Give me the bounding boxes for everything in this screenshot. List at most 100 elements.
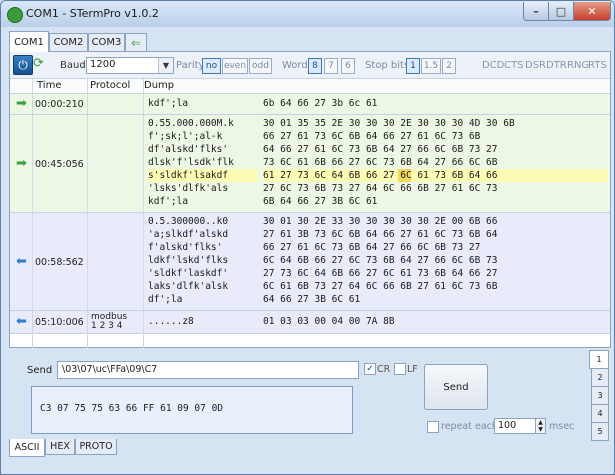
tab-proto[interactable]: PROTO	[75, 439, 117, 455]
macro-tab-5[interactable]: 5	[591, 422, 609, 441]
cr-label: CR	[377, 364, 391, 375]
row-ascii-line: kdf';la	[148, 196, 189, 207]
repeat-interval-stepper[interactable]: ▲ ▼	[535, 418, 546, 434]
macro-tab-2[interactable]: 2	[591, 368, 609, 387]
add-tab-arrow-icon[interactable]: ⇐	[125, 33, 147, 52]
title-bar[interactable]: COM1 - STermPro v1.0.2 – □ ✕	[1, 1, 614, 27]
row-ascii-line: s'sldkf'lsakdf	[148, 170, 229, 181]
row-hex-line: 01 03 03 00 04 00 7A 8B	[263, 316, 395, 327]
word-7[interactable]: 7	[324, 58, 338, 74]
repeat-label: repeat each	[441, 421, 498, 432]
stop-2[interactable]: 2	[442, 58, 456, 74]
minimize-button[interactable]: –	[523, 2, 549, 21]
row-hex-line: 6b 64 66 27 3b 6c 61	[263, 98, 378, 109]
row-ascii-line: 'lsks'dlfk'als	[148, 183, 229, 194]
tab-ascii[interactable]: ASCII	[9, 439, 45, 457]
row-ascii-line: 'a;slkdf'alskd	[148, 229, 229, 240]
refresh-icon[interactable]: ⟳	[33, 57, 47, 71]
macro-tab-4[interactable]: 4	[591, 404, 609, 423]
dump-grid[interactable]: Time Protocol Dump ➡ 00:00:210 kdf';la 6…	[10, 78, 610, 348]
parity-label: Parity	[176, 60, 205, 71]
repeat-checkbox[interactable]	[427, 421, 439, 433]
table-row[interactable]: ➡ 00:00:210 kdf';la 6b 64 66 27 3b 6c 61	[10, 94, 610, 115]
arrow-left-icon: ⬅	[16, 314, 27, 329]
row-hex-line: 27 73 6C 64 6B 66 27 6C 61 73 6B 64 66 2…	[263, 268, 498, 279]
grid-divider	[87, 79, 88, 348]
lf-checkbox[interactable]	[394, 363, 406, 375]
signal-dsr: DSR	[525, 60, 546, 71]
send-label: Send	[27, 365, 53, 376]
row-ascii-line: ......z8	[148, 316, 194, 327]
row-hex-line: 30 01 30 2E 33 30 30 30 30 30 2E 00 6B 6…	[263, 216, 498, 227]
send-input[interactable]: \03\07\uc\FFa\09\C7	[57, 361, 359, 379]
cr-checkbox[interactable]: ✓	[364, 363, 376, 375]
window-title: COM1 - STermPro v1.0.2	[26, 7, 159, 20]
tab-com1[interactable]: COM1	[9, 31, 49, 52]
msec-label: msec	[549, 421, 575, 432]
grid-divider	[143, 79, 144, 348]
row-ascii-line: dlsk'f'lsdk'flk	[148, 157, 234, 168]
port-toolbar: ⏻ ⟳ Baud 1200 ▼ Parity no even odd Word …	[10, 52, 610, 78]
close-button[interactable]: ✕	[573, 2, 611, 21]
word-6[interactable]: 6	[341, 58, 355, 74]
maximize-button[interactable]: □	[548, 2, 574, 21]
stop-1[interactable]: 1	[406, 58, 420, 74]
send-button[interactable]: Send	[424, 364, 488, 410]
macro-tab-3[interactable]: 3	[591, 386, 609, 405]
hex-preview: C3 07 75 75 63 66 FF 61 09 07 0D	[40, 403, 224, 414]
app-icon	[7, 7, 23, 23]
baud-value: 1200	[90, 59, 116, 70]
row-ascii-line: 'sldkf'laskdf'	[148, 268, 229, 279]
row-time: 00:58:562	[35, 257, 84, 268]
signal-rng: RNG	[567, 60, 590, 71]
baud-select[interactable]: 1200 ▼	[86, 57, 174, 74]
parity-even[interactable]: even	[222, 58, 248, 74]
hex-preview-box[interactable]: C3 07 75 75 63 66 FF 61 09 07 0D	[31, 386, 353, 434]
power-icon[interactable]: ⏻	[13, 55, 33, 75]
row-protocol: modbus 1 2 3 4	[91, 312, 128, 331]
chevron-down-icon: ▼	[158, 58, 173, 73]
arrow-right-icon: ➡	[16, 156, 27, 171]
row-hex-line: 27 6C 73 6B 73 27 64 6C 66 6B 27 61 6C 7…	[263, 183, 498, 194]
arrow-left-icon: ⬅	[16, 254, 27, 269]
row-ascii-line: 0.55.000.000M.k	[148, 118, 234, 129]
col-time[interactable]: Time	[37, 80, 61, 91]
repeat-interval-input[interactable]: 100	[494, 418, 536, 434]
parity-no[interactable]: no	[202, 58, 221, 74]
grid-header: Time Protocol Dump	[10, 79, 610, 94]
baud-label: Baud	[60, 60, 86, 71]
arrow-right-icon: ➡	[16, 96, 27, 111]
col-dump[interactable]: Dump	[144, 80, 174, 91]
table-row[interactable]: ⬅ 05:10:006 modbus 1 2 3 4 ......z8 01 0…	[10, 311, 610, 334]
row-ascii-line: df'alskd'flks'	[148, 144, 229, 155]
word-8[interactable]: 8	[308, 58, 322, 74]
row-ascii-line: laks'dlfk'alsk	[148, 281, 229, 292]
port-panel: ⏻ ⟳ Baud 1200 ▼ Parity no even odd Word …	[9, 51, 611, 348]
tab-com2[interactable]: COM2	[49, 33, 88, 51]
main-window: COM1 - STermPro v1.0.2 – □ ✕ COM1 COM2 C…	[0, 0, 615, 475]
tab-hex[interactable]: HEX	[45, 439, 75, 455]
row-hex-line: 6C 61 6B 73 27 64 6C 66 6B 27 61 6C 73 6…	[263, 281, 498, 292]
row-hex-line: 73 6C 61 6B 66 27 6C 73 6B 64 27 66 6C 6…	[263, 157, 498, 168]
row-ascii-line: df';la	[148, 294, 183, 305]
row-time: 00:45:056	[35, 159, 84, 170]
row-hex-line: 66 27 61 6C 73 6B 64 27 66 6C 6B 73 27	[263, 242, 481, 253]
macro-tab-1[interactable]: 1	[589, 350, 609, 369]
repeat-interval-value: 100	[498, 420, 517, 431]
row-hex-line: 30 01 35 35 2E 30 30 30 2E 30 30 30 4D 3…	[263, 118, 515, 129]
stop-1-5[interactable]: 1.5	[421, 58, 441, 74]
row-hex-line: 64 66 27 61 6C 73 6B 64 27 66 6C 6B 73 2…	[263, 144, 498, 155]
table-row[interactable]: ⬅ 00:58:562 0.5.300000..k0 'a;slkdf'alsk…	[10, 213, 610, 311]
row-time: 05:10:006	[35, 317, 84, 328]
row-hex-line: 61 27 73 6C 64 6B 66 27 6C 61 73 6B 64 6…	[263, 170, 498, 181]
parity-odd[interactable]: odd	[249, 58, 272, 74]
table-row[interactable]: ➡ 00:45:056 0.55.000.000M.k f';sk;l';al-…	[10, 115, 610, 213]
send-input-value: \03\07\uc\FFa\09\C7	[62, 364, 158, 375]
signal-cts: CTS	[504, 60, 524, 71]
row-time: 00:00:210	[35, 99, 84, 110]
row-ascii-line: 0.5.300000..k0	[148, 216, 229, 227]
col-protocol[interactable]: Protocol	[90, 80, 130, 91]
tab-com3[interactable]: COM3	[88, 33, 125, 51]
row-hex-line: 64 66 27 3B 6C 61	[263, 294, 361, 305]
row-ascii-line: kdf';la	[148, 98, 189, 109]
